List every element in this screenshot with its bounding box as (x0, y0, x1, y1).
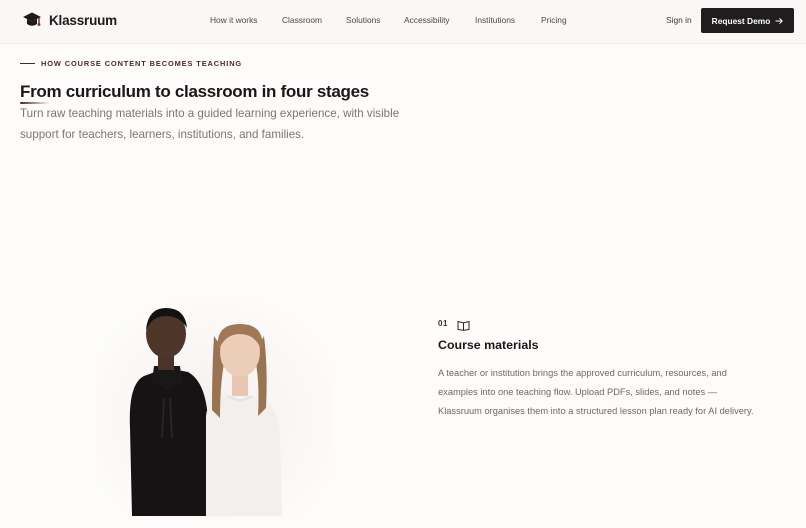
eyebrow-text: HOW COURSE CONTENT BECOMES TEACHING (41, 59, 243, 68)
step-description: A teacher or institution brings the appr… (438, 368, 754, 416)
page-title: From curriculum to classroom in four sta… (20, 82, 369, 101)
site-header: Klassruum How it works Classroom Solutio… (0, 0, 806, 44)
step-title: Course materials (438, 338, 539, 352)
book-icon (457, 320, 470, 331)
nav-how-it-works[interactable]: How it works (210, 15, 257, 25)
nav-classroom[interactable]: Classroom (282, 15, 322, 25)
brand-name: Klassruum (49, 12, 117, 28)
students-photo (96, 298, 330, 518)
nav-accessibility[interactable]: Accessibility (404, 15, 450, 25)
nav-pricing[interactable]: Pricing (541, 15, 567, 25)
sign-in-link[interactable]: Sign in (666, 15, 692, 25)
brand-logo[interactable]: Klassruum (22, 11, 117, 29)
step-number: 01 (438, 319, 449, 328)
arrow-right-icon (775, 17, 784, 24)
graduation-cap-icon (23, 12, 41, 26)
nav-solutions[interactable]: Solutions (346, 15, 380, 25)
eyebrow-line (20, 63, 35, 64)
section-eyebrow: HOW COURSE CONTENT BECOMES TEACHING (20, 59, 242, 68)
request-demo-label: Request Demo (711, 15, 771, 26)
request-demo-button[interactable]: Request Demo (701, 8, 794, 33)
page-subtitle: Turn raw teaching materials into a guide… (20, 107, 400, 141)
nav-institutions[interactable]: Institutions (475, 15, 515, 25)
